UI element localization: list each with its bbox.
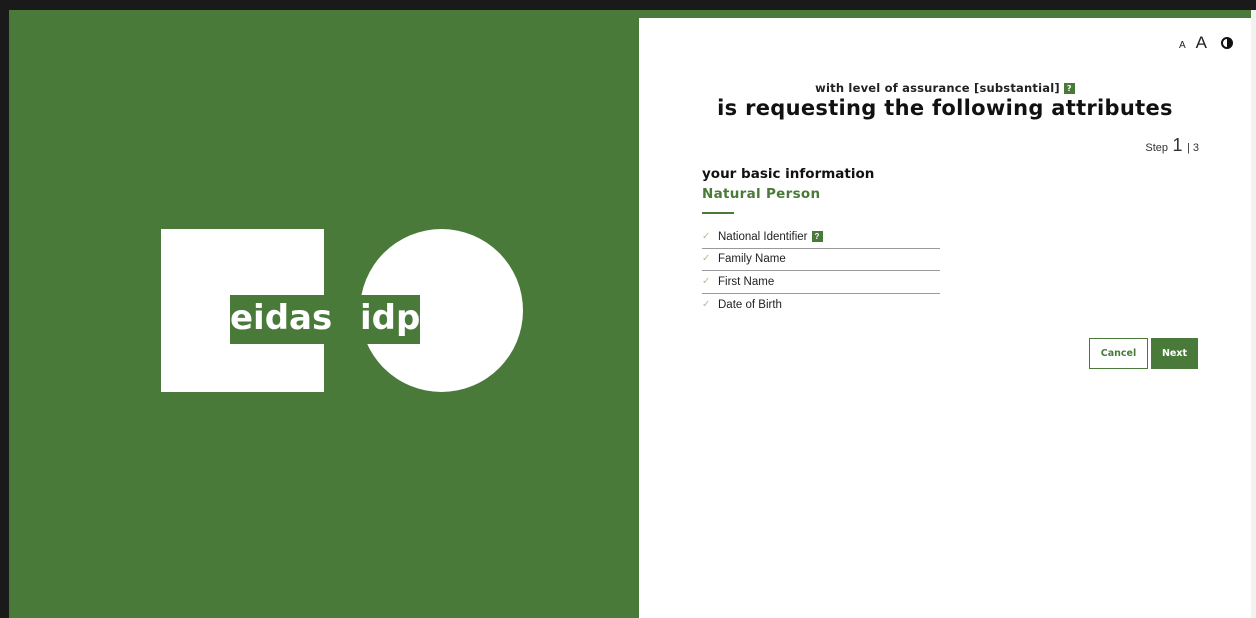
window-frame-left [0,0,9,618]
check-icon: ✓ [702,298,711,310]
content-panel: A A with level of assurance [substantial… [639,18,1251,618]
cancel-button[interactable]: Cancel [1089,338,1148,369]
attribute-list: ✓ National Identifier ? ✓ Family Name ✓ … [702,226,940,316]
attribute-item-family-name: ✓ Family Name [702,249,940,271]
logo-idp-text: idp [360,295,420,344]
attribute-label: Family Name [718,253,786,266]
window-frame-top [0,0,1256,10]
logo-eidas-text: eidas [230,295,332,344]
check-icon: ✓ [702,230,711,242]
assurance-level-line: with level of assurance [substantial]? [639,81,1251,95]
branding-top-strip [639,10,1251,18]
scrollbar[interactable] [1251,10,1256,618]
contrast-icon[interactable] [1221,37,1233,49]
step-current: 1 [1172,135,1183,155]
attribute-item-date-of-birth: ✓ Date of Birth [702,294,940,317]
attribute-label: Date of Birth [718,298,782,311]
section-subtitle: Natural Person [702,186,821,202]
check-icon: ✓ [702,275,711,287]
section-title: your basic information [702,166,875,182]
attribute-label: First Name [718,275,775,288]
attribute-item-national-identifier: ✓ National Identifier ? [702,226,940,249]
accessibility-toolbar: A A [1179,34,1233,52]
font-size-increase-button[interactable]: A [1196,34,1207,52]
attribute-item-first-name: ✓ First Name [702,271,940,294]
section-divider [702,212,734,214]
attribute-help-icon[interactable]: ? [811,231,823,243]
step-word: Step [1145,142,1169,154]
assurance-help-icon[interactable]: ? [1063,83,1075,94]
next-button[interactable]: Next [1151,338,1198,369]
font-size-decrease-button[interactable]: A [1179,40,1186,52]
check-icon: ✓ [702,253,711,265]
step-indicator: Step 1 | 3 [1145,135,1199,156]
attribute-label: National Identifier [718,230,808,243]
page-title: is requesting the following attributes [717,96,1173,120]
step-total: | 3 [1186,142,1199,154]
assurance-level-text: with level of assurance [substantial] [815,81,1060,95]
